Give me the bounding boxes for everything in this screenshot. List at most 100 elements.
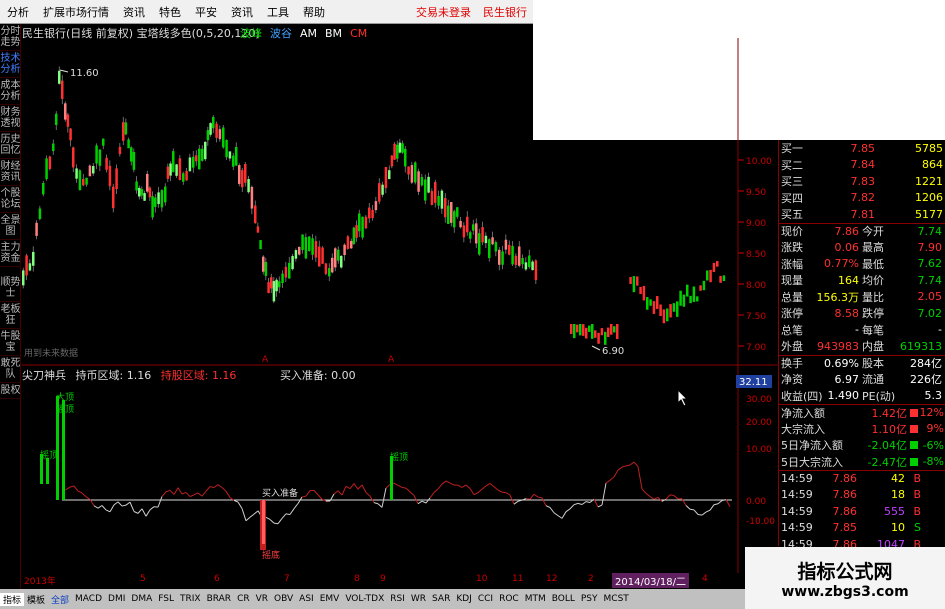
menu-status-0[interactable]: 交易未登录 <box>410 4 477 20</box>
indicator-tab-22[interactable]: BOLL <box>549 594 578 604</box>
left-tab-7[interactable]: 全景图 <box>0 213 21 240</box>
order-volume: 1206 <box>915 191 943 205</box>
stat-row: 现价 7.86 今开 7.74 <box>779 222 945 240</box>
left-tab-6[interactable]: 个股论坛 <box>0 186 21 213</box>
candle-body <box>478 233 481 255</box>
tick-price: 7.86 <box>832 488 858 502</box>
candle-body <box>350 240 353 249</box>
indicator-tab-23[interactable]: PSY <box>578 594 601 604</box>
indicator-axis-label: 30.00 <box>746 395 772 405</box>
candle-body <box>649 299 652 306</box>
indicator-line <box>553 512 559 517</box>
candle-body <box>294 250 298 259</box>
menu-item-1[interactable]: 扩展市场行情 <box>36 4 116 20</box>
indicator-tab-10[interactable]: VR <box>253 594 271 604</box>
indicator-tab-6[interactable]: FSL <box>155 594 177 604</box>
marker-a: A <box>388 355 395 365</box>
indicator-tab-9[interactable]: CR <box>234 594 253 604</box>
indicator-tab-24[interactable]: MCST <box>601 594 632 604</box>
indicator-tab-19[interactable]: CCI <box>475 594 496 604</box>
left-tab-8[interactable]: 主力资金 <box>0 240 21 267</box>
indicator-tab-2[interactable]: 全部 <box>48 593 72 606</box>
candle-body <box>55 113 58 125</box>
fund-label: 收益(四) <box>781 389 823 403</box>
flow-value: 1.42亿 <box>871 406 908 420</box>
indicator-tab-7[interactable]: TRIX <box>177 594 204 604</box>
left-tab-2[interactable]: 成本分析 <box>0 78 21 105</box>
indicator-tab-18[interactable]: KDJ <box>453 594 475 604</box>
candle-body <box>64 103 67 120</box>
indicator-tab-21[interactable]: MTM <box>522 594 549 604</box>
menu-item-2[interactable]: 资讯 <box>116 4 152 20</box>
left-tab-lower-0[interactable]: 顺势士 <box>0 275 21 302</box>
indicator-tab-4[interactable]: DMI <box>105 594 128 604</box>
candle-body <box>218 129 222 140</box>
candle-body <box>311 238 314 255</box>
candle-body <box>284 266 288 278</box>
time-label: 10 <box>476 574 488 584</box>
menu-status-1[interactable]: 民生银行 <box>477 4 533 20</box>
indicator-tab-20[interactable]: ROC <box>496 594 522 604</box>
left-tab-lower-1[interactable]: 老板狂 <box>0 302 21 329</box>
order-volume: 1221 <box>915 174 943 188</box>
indicator-tab-8[interactable]: BRAR <box>204 594 234 604</box>
left-tab-1[interactable]: 技术分析 <box>0 51 21 78</box>
indicator-line <box>133 511 139 514</box>
candle-body <box>597 332 600 344</box>
candle-body <box>585 327 588 339</box>
candle-body <box>414 162 417 183</box>
left-tab-5[interactable]: 财经资讯 <box>0 159 21 186</box>
left-vertical-tabs: 分时走势 技术分析 成本分析 财务透视 历史回忆 财经资讯 个股论坛 全景图 主力资金顺势士 老板… <box>0 24 21 589</box>
indicator-line <box>173 487 179 495</box>
candle-body <box>254 205 257 224</box>
stat-row: 外盘 943983 内盘 619313 <box>779 338 945 355</box>
tick-price: 7.86 <box>832 472 858 486</box>
indicator-header: 尖刀神兵 持币区域: 1.16 持股区域: 1.16 买入准备: 0.00 <box>22 367 356 383</box>
candle-body <box>427 176 430 193</box>
indicator-tab-3[interactable]: MACD <box>72 594 105 604</box>
kline-chart[interactable]: 10.00 9.50 9.00 8.50 8.00 7.50 7.00 11.60 6.90 用到… <box>22 38 778 573</box>
indicator-line <box>341 486 347 496</box>
candle-body <box>206 130 210 141</box>
stat-row: 总量 156.3万 量比 2.05 <box>779 289 945 306</box>
candle-body <box>466 216 469 233</box>
indicator-tab-12[interactable]: ASI <box>296 594 317 604</box>
menu-item-3[interactable]: 特色 <box>152 4 188 20</box>
indicator-tab-16[interactable]: WR <box>408 594 429 604</box>
indicator-tab-14[interactable]: VOL-TDX <box>342 594 387 604</box>
left-tab-0[interactable]: 分时走势 <box>0 24 21 51</box>
indicator-tab-5[interactable]: DMA <box>128 594 155 604</box>
indicator-line <box>353 483 359 490</box>
candle-body <box>192 156 195 168</box>
candle-body <box>355 225 358 238</box>
menu-item-7[interactable]: 帮助 <box>296 4 332 20</box>
indicator-line <box>421 500 427 504</box>
menu-item-4[interactable]: 平安 <box>188 4 224 20</box>
indicator-tab-13[interactable]: EMV <box>317 594 343 604</box>
indicator-tab-0[interactable]: 指标 <box>0 592 25 606</box>
stat-row: 总笔 - 每笔 - <box>779 322 945 339</box>
indicator-tab-1[interactable]: 模板 <box>24 593 48 606</box>
left-tab-lower-4[interactable]: 股权 <box>0 383 21 399</box>
left-tab-4[interactable]: 历史回忆 <box>0 132 21 159</box>
left-tab-lower-2[interactable]: 牛股宝 <box>0 329 21 356</box>
candle-body <box>616 322 619 340</box>
fund-label: PE(动) <box>862 389 896 403</box>
menu-item-5[interactable]: 资讯 <box>224 4 260 20</box>
menu-item-0[interactable]: 分析 <box>0 4 36 20</box>
candle-body <box>709 269 712 283</box>
indicator-tab-11[interactable]: OBV <box>271 594 296 604</box>
flow-pct: -8% <box>922 455 944 469</box>
indicator-line <box>269 519 275 524</box>
order-row: 买五 7.81 5177 <box>779 206 945 223</box>
menu-item-6[interactable]: 工具 <box>260 4 296 20</box>
candle-body <box>447 205 450 224</box>
indicator-line <box>209 486 215 488</box>
left-tab-3[interactable]: 财务透视 <box>0 105 21 132</box>
indicator-line <box>121 504 127 507</box>
left-tab-lower-3[interactable]: 敢死队 <box>0 356 21 383</box>
indicator-tab-15[interactable]: RSI <box>387 594 408 604</box>
indicator-tab-17[interactable]: SAR <box>429 594 453 604</box>
time-axis: 2013年567891011122342014/03/18/二 <box>22 573 738 588</box>
indicator-line <box>621 465 627 468</box>
